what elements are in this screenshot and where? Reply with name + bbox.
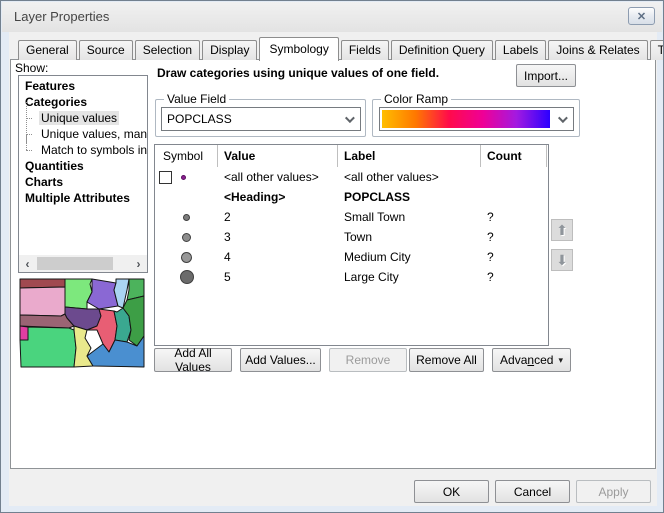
point-symbol-icon[interactable] bbox=[182, 233, 191, 242]
point-symbol-icon[interactable] bbox=[181, 252, 192, 263]
categories-table: Symbol Value Label Count <all other valu… bbox=[154, 144, 549, 346]
arrow-up-icon: ⬆ bbox=[556, 222, 568, 239]
scrollbar-thumb[interactable] bbox=[37, 257, 113, 270]
value-field-selected: POPCLASS bbox=[167, 112, 232, 126]
tree-item-categories[interactable]: Categories bbox=[19, 94, 147, 110]
table-row[interactable]: 2 Small Town ? bbox=[155, 207, 548, 227]
tab-general[interactable]: General bbox=[18, 40, 77, 60]
column-label[interactable]: Label bbox=[338, 145, 481, 167]
color-ramp-group-label: Color Ramp bbox=[381, 92, 451, 106]
tab-labels[interactable]: Labels bbox=[495, 40, 546, 60]
close-icon[interactable]: ✕ bbox=[628, 7, 655, 25]
show-label: Show: bbox=[15, 61, 48, 75]
table-row-heading[interactable]: <Heading> POPCLASS bbox=[155, 187, 548, 207]
arrow-down-icon: ⬇ bbox=[556, 252, 568, 269]
move-down-button[interactable]: ⬇ bbox=[551, 249, 573, 271]
column-symbol[interactable]: Symbol bbox=[155, 145, 218, 167]
table-row[interactable]: 5 Large City ? bbox=[155, 267, 548, 287]
value-field-group-label: Value Field bbox=[164, 92, 229, 106]
color-ramp-group: Color Ramp bbox=[372, 99, 580, 137]
symbology-page: Show: Features Categories Unique values … bbox=[10, 59, 656, 469]
tree-item-charts[interactable]: Charts bbox=[19, 174, 147, 190]
point-symbol-icon[interactable] bbox=[183, 214, 190, 221]
remove-all-button[interactable]: Remove All bbox=[409, 348, 484, 372]
tab-joins-relates[interactable]: Joins & Relates bbox=[548, 40, 647, 60]
ok-button[interactable]: OK bbox=[414, 480, 489, 503]
point-symbol-icon[interactable] bbox=[181, 175, 186, 180]
tree-item-features[interactable]: Features bbox=[19, 78, 147, 94]
column-value[interactable]: Value bbox=[218, 145, 338, 167]
chevron-down-icon bbox=[345, 113, 355, 123]
scroll-right-icon[interactable]: › bbox=[130, 255, 147, 272]
table-row[interactable]: 3 Town ? bbox=[155, 227, 548, 247]
point-symbol-icon[interactable] bbox=[180, 270, 194, 284]
tab-selection[interactable]: Selection bbox=[135, 40, 200, 60]
tab-symbology[interactable]: Symbology bbox=[259, 37, 338, 61]
tree-item-match-symbols[interactable]: Match to symbols in a bbox=[33, 142, 147, 158]
remove-button: Remove bbox=[329, 348, 407, 372]
tab-definition-query[interactable]: Definition Query bbox=[391, 40, 493, 60]
import-button[interactable]: Import... bbox=[516, 64, 576, 87]
tree-item-multiple-attributes[interactable]: Multiple Attributes bbox=[19, 190, 147, 206]
table-header: Symbol Value Label Count bbox=[155, 145, 548, 167]
color-ramp-dropdown[interactable] bbox=[379, 107, 574, 131]
column-count[interactable]: Count bbox=[481, 145, 547, 167]
move-up-button[interactable]: ⬆ bbox=[551, 219, 573, 241]
value-field-group: Value Field POPCLASS bbox=[155, 99, 366, 137]
dialog-surface: General Source Selection Display Symbolo… bbox=[9, 32, 657, 506]
tab-time[interactable]: Time bbox=[650, 40, 664, 60]
title-bar[interactable]: Layer Properties ✕ bbox=[2, 2, 662, 32]
all-other-values-checkbox[interactable] bbox=[159, 171, 172, 184]
tab-strip: General Source Selection Display Symbolo… bbox=[18, 36, 664, 60]
cancel-button[interactable]: Cancel bbox=[495, 480, 570, 503]
scroll-left-icon[interactable]: ‹ bbox=[19, 255, 36, 272]
dropdown-arrow-icon: ▾ bbox=[558, 355, 563, 366]
layer-properties-dialog: Layer Properties ✕ General Source Select… bbox=[0, 0, 664, 513]
chevron-down-icon bbox=[558, 113, 568, 123]
add-values-button[interactable]: Add Values... bbox=[240, 348, 321, 372]
tab-source[interactable]: Source bbox=[79, 40, 133, 60]
color-ramp-swatch bbox=[382, 110, 550, 128]
draw-method-description: Draw categories using unique values of o… bbox=[157, 66, 439, 80]
tree-item-quantities[interactable]: Quantities bbox=[19, 158, 147, 174]
table-row[interactable]: <all other values> <all other values> bbox=[155, 167, 548, 187]
apply-button: Apply bbox=[576, 480, 651, 503]
dialog-title: Layer Properties bbox=[14, 2, 109, 32]
map-preview bbox=[19, 278, 145, 369]
show-tree: Features Categories Unique values Unique… bbox=[18, 75, 148, 273]
add-all-values-button[interactable]: Add All Values bbox=[154, 348, 232, 372]
tab-fields[interactable]: Fields bbox=[341, 40, 389, 60]
advanced-button[interactable]: Advanced ▾ bbox=[492, 348, 571, 372]
tree-item-unique-values[interactable]: Unique values bbox=[33, 110, 147, 126]
tree-item-unique-values-many[interactable]: Unique values, many bbox=[33, 126, 147, 142]
value-field-dropdown[interactable]: POPCLASS bbox=[161, 107, 361, 131]
table-row[interactable]: 4 Medium City ? bbox=[155, 247, 548, 267]
tab-display[interactable]: Display bbox=[202, 40, 257, 60]
tree-horizontal-scrollbar[interactable]: ‹ › bbox=[19, 255, 147, 272]
